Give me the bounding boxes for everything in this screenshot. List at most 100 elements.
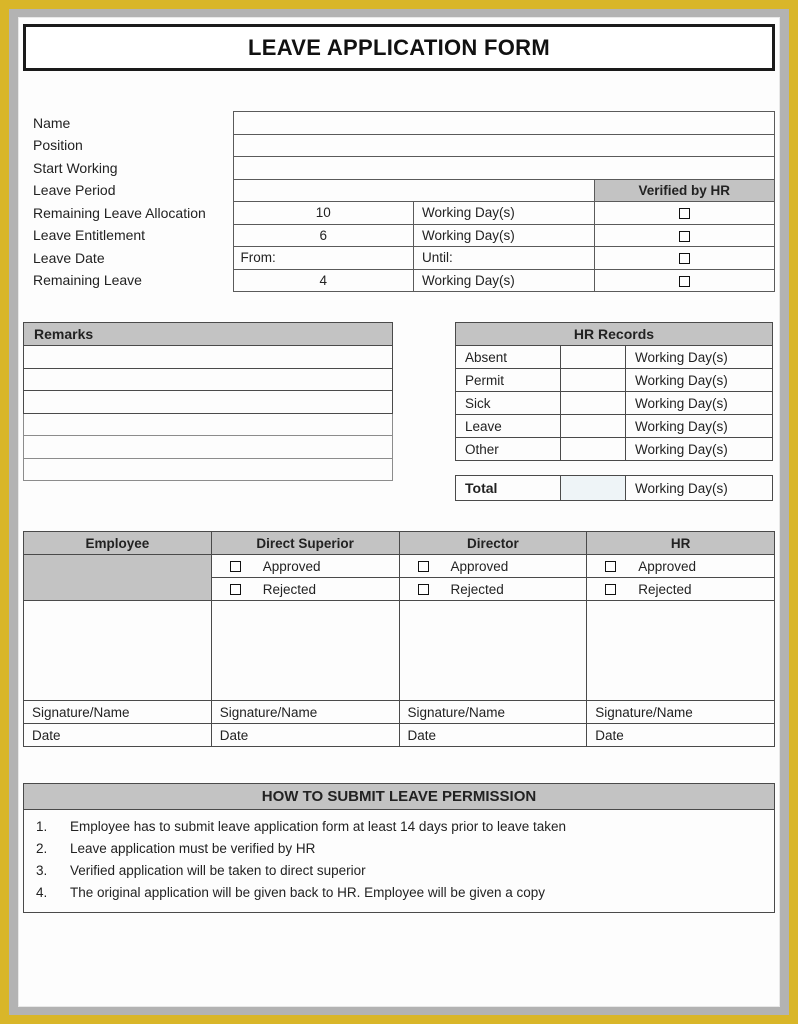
item-text: Leave application must be verified by HR	[70, 841, 316, 856]
option-label: Approved	[450, 558, 509, 574]
approval-column-header-hr: HR	[586, 531, 775, 555]
hr-record-label: Sick	[455, 391, 561, 415]
approval-column-header-direct-superior: Direct Superior	[210, 531, 400, 555]
hr-rejected-option[interactable]: Rejected	[586, 577, 775, 601]
verified-checkbox-cell[interactable]	[593, 268, 775, 292]
option-label: Approved	[638, 558, 697, 574]
leave-entitlement-value[interactable]: 6	[232, 223, 414, 247]
field-label: Position	[33, 137, 83, 154]
option-label: Rejected	[638, 581, 692, 597]
leave-date-from-cell[interactable]: From:	[232, 246, 414, 270]
list-item: 1. Employee has to submit leave applicat…	[24, 816, 774, 838]
option-label: Approved	[262, 558, 321, 574]
table-row: Signature/Name Signature/Name Signature/…	[23, 700, 775, 724]
checkbox-icon[interactable]	[678, 275, 690, 287]
signature-label: Signature/Name	[23, 700, 212, 724]
verified-checkbox-cell[interactable]	[593, 223, 775, 247]
checkbox-icon[interactable]	[417, 584, 429, 596]
verified-checkbox-cell[interactable]	[593, 246, 775, 270]
howto-list: 1. Employee has to submit leave applicat…	[24, 816, 774, 904]
table-row: Absent Working Day(s)	[455, 345, 773, 369]
director-approved-option[interactable]: Approved	[398, 554, 588, 578]
applicant-info-table: Name Position Start Working Leave Period…	[23, 111, 775, 292]
list-item: 2. Leave application must be verified by…	[24, 838, 774, 860]
item-text: Employee has to submit leave application…	[70, 819, 567, 834]
hr-approved-option[interactable]: Approved	[586, 554, 775, 578]
hr-record-value[interactable]	[560, 368, 626, 392]
table-row: Leave Entitlement 6 Working Day(s)	[23, 223, 775, 247]
position-input-cell[interactable]	[232, 133, 775, 157]
hr-record-label: Leave	[455, 414, 561, 438]
table-row: 1. Employee has to submit leave applicat…	[23, 809, 775, 913]
checkbox-icon[interactable]	[417, 561, 429, 573]
remarks-line[interactable]	[23, 367, 393, 391]
table-row: Approved Approved Approved	[23, 554, 775, 601]
remarks-line[interactable]	[23, 457, 393, 481]
remaining-leave-value[interactable]: 4	[232, 268, 414, 292]
checkbox-icon[interactable]	[678, 208, 690, 220]
date-label: Date	[586, 723, 775, 747]
hr-signature-area[interactable]	[586, 600, 775, 701]
field-label: Name	[33, 114, 71, 131]
remarks-line[interactable]	[23, 435, 393, 459]
signature-label: Signature/Name	[210, 700, 400, 724]
field-label: Remaining Leave Allocation	[33, 204, 206, 221]
name-input-cell[interactable]	[232, 111, 775, 135]
checkbox-icon[interactable]	[678, 253, 690, 265]
hr-record-value[interactable]	[560, 437, 626, 461]
hr-record-value[interactable]	[560, 391, 626, 415]
total-value[interactable]	[560, 475, 626, 501]
approval-column-header-director: Director	[398, 531, 588, 555]
employee-signature-area[interactable]	[23, 600, 212, 701]
hr-record-label: Other	[455, 437, 561, 461]
remarks-line[interactable]	[23, 412, 393, 436]
remaining-leave-allocation-value[interactable]: 10	[232, 201, 414, 225]
direct-superior-rejected-option[interactable]: Rejected	[210, 577, 400, 601]
item-text: The original application will be given b…	[70, 885, 545, 900]
table-row	[23, 600, 775, 701]
remarks-line[interactable]	[23, 390, 393, 414]
director-signature-area[interactable]	[398, 600, 588, 701]
table-row	[23, 390, 393, 414]
leave-date-until-cell[interactable]: Until:	[413, 246, 595, 270]
checkbox-icon[interactable]	[605, 584, 617, 596]
field-label: Start Working	[33, 159, 118, 176]
hr-records-header: HR Records	[455, 322, 773, 346]
verified-checkbox-cell[interactable]	[593, 201, 775, 225]
table-row	[23, 412, 393, 436]
list-item: 3. Verified application will be taken to…	[24, 860, 774, 882]
band-spacer	[393, 322, 455, 501]
field-label: Remaining Leave	[33, 272, 142, 289]
applicant-info-section: Name Position Start Working Leave Period…	[23, 111, 775, 292]
table-row: HR Records	[455, 322, 773, 346]
checkbox-icon[interactable]	[229, 561, 241, 573]
table-row: Remaining Leave 4 Working Day(s)	[23, 268, 775, 292]
unit-label: Working Day(s)	[625, 414, 773, 438]
howto-header: HOW TO SUBMIT LEAVE PERMISSION	[23, 783, 775, 810]
remarks-header: Remarks	[23, 322, 393, 346]
hr-record-value[interactable]	[560, 414, 626, 438]
list-item: 4. The original application will be give…	[24, 882, 774, 904]
checkbox-icon[interactable]	[229, 584, 241, 596]
hr-record-label: Absent	[455, 345, 561, 369]
date-label: Date	[398, 723, 588, 747]
hr-record-value[interactable]	[560, 345, 626, 369]
field-label: Leave Date	[33, 249, 105, 266]
direct-superior-approved-option[interactable]: Approved	[210, 554, 400, 578]
checkbox-icon[interactable]	[678, 230, 690, 242]
signature-label: Signature/Name	[586, 700, 775, 724]
table-row: Date Date Date Date	[23, 723, 775, 747]
direct-superior-signature-area[interactable]	[210, 600, 400, 701]
leave-period-input-cell[interactable]	[232, 178, 595, 202]
remarks-line[interactable]	[23, 345, 393, 369]
unit-label: Working Day(s)	[625, 345, 773, 369]
hr-records-table: HR Records Absent Working Day(s) Permit …	[455, 322, 773, 461]
director-rejected-option[interactable]: Rejected	[398, 577, 588, 601]
page-title: LEAVE APPLICATION FORM	[248, 34, 550, 60]
checkbox-icon[interactable]	[605, 561, 617, 573]
table-row: Remaining Leave Allocation 10 Working Da…	[23, 201, 775, 225]
howto-submit-section: HOW TO SUBMIT LEAVE PERMISSION 1. Employ…	[23, 783, 775, 913]
table-row: Total Working Day(s)	[455, 475, 773, 501]
start-working-input-cell[interactable]	[232, 156, 775, 180]
remarks-table: Remarks	[23, 322, 393, 481]
